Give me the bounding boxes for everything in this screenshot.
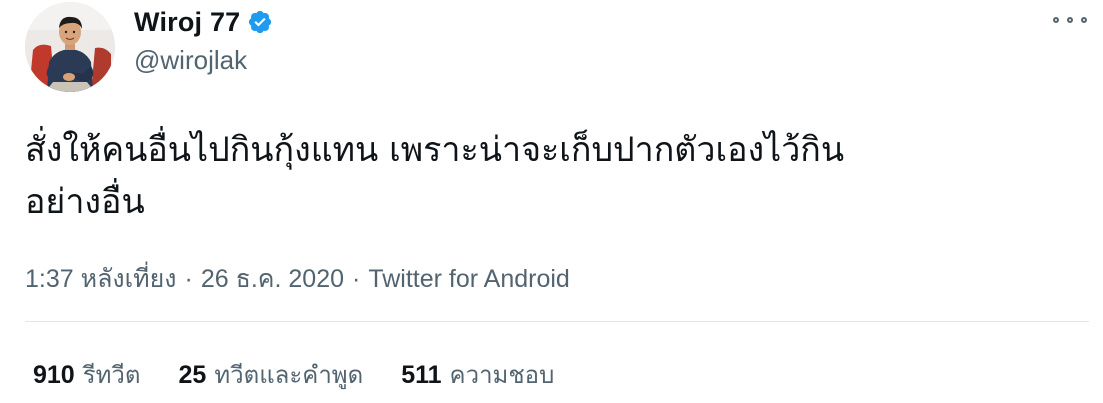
retweets-label: รีทวีต	[82, 361, 141, 389]
quotes-label: ทวีตและคำพูด	[214, 361, 364, 389]
display-name[interactable]: Wiroj 77	[134, 7, 240, 38]
likes-stat[interactable]: 511 ความชอบ	[401, 355, 554, 394]
verified-badge-icon	[247, 9, 273, 35]
retweets-count: 910	[33, 361, 75, 389]
avatar-image	[25, 2, 115, 92]
tweet-text-line: สั่งให้คนอื่นไปกินกุ้งแทน เพราะน่าจะเก็บ…	[25, 130, 845, 170]
more-options-button[interactable]	[1053, 10, 1087, 30]
tweet-time[interactable]: 1:37 หลังเที่ยง	[25, 265, 177, 293]
avatar[interactable]	[25, 2, 115, 92]
quotes-count: 25	[178, 361, 207, 389]
tweet-stats: 910 รีทวีต 25 ทวีตและคำพูด 511 ความชอบ	[33, 355, 592, 394]
meta-separator: ·	[352, 265, 361, 293]
divider	[25, 321, 1089, 322]
quotes-stat[interactable]: 25 ทวีตและคำพูด	[179, 355, 364, 394]
more-dot-icon	[1081, 17, 1087, 23]
tweet-text: สั่งให้คนอื่นไปกินกุ้งแทน เพราะน่าจะเก็บ…	[25, 124, 1075, 228]
likes-label: ความชอบ	[449, 361, 555, 389]
tweet-meta: 1:37 หลังเที่ยง · 26 ธ.ค. 2020 · Twitter for…	[25, 259, 570, 299]
meta-separator: ·	[184, 265, 193, 293]
name-row: Wiroj 77	[134, 3, 273, 41]
likes-count: 511	[401, 361, 442, 389]
more-dot-icon	[1053, 17, 1059, 23]
user-handle[interactable]: @wirojlak	[134, 45, 273, 76]
retweets-stat[interactable]: 910 รีทวีต	[33, 355, 141, 394]
author-info: Wiroj 77 @wirojlak	[134, 3, 273, 76]
tweet-card: Wiroj 77 @wirojlak สั่งให้คนอื่นไปกินกุ้…	[0, 0, 1103, 403]
more-dot-icon	[1067, 17, 1073, 23]
tweet-text-line: อย่างอื่น	[25, 182, 145, 222]
tweet-source[interactable]: Twitter for Android	[368, 265, 569, 293]
tweet-date[interactable]: 26 ธ.ค. 2020	[201, 265, 344, 293]
